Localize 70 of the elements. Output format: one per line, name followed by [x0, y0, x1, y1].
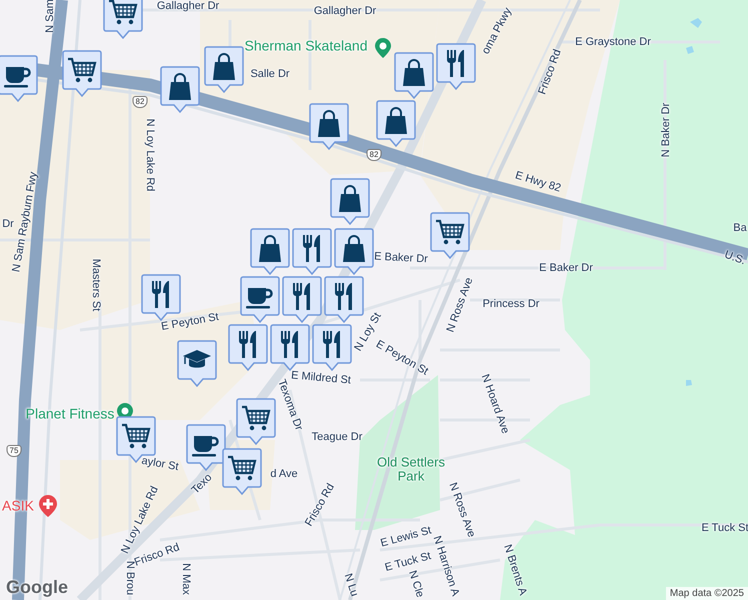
street-label: N Hoard Ave	[478, 372, 512, 436]
shopping-bag-icon	[343, 235, 365, 262]
street-label: N Lu	[342, 572, 360, 598]
fork-knife-icon	[281, 331, 298, 358]
street-label: E Tuck St	[701, 522, 748, 534]
shopping-bag-icon	[169, 73, 191, 100]
street-label: E Peyton St	[160, 311, 220, 333]
street-label: U.S.	[722, 248, 748, 268]
fork-knife-icon	[239, 331, 256, 358]
route-shield: 82	[366, 149, 382, 161]
shopping-bag-icon	[318, 110, 340, 137]
place-label: Sherman Skateland	[244, 38, 368, 54]
street-label: E Baker Dr	[539, 262, 593, 274]
street-label: N Sam	[44, 0, 56, 33]
street-label: Gallagher Dr	[156, 0, 220, 12]
route-shield: 82	[132, 96, 148, 108]
street-label: Texo	[190, 472, 214, 496]
park-label: Old Settlers Park	[376, 456, 446, 484]
shopping-bag-icon	[339, 185, 361, 212]
shopping-bag-icon	[385, 107, 407, 134]
street-label: N Brou	[124, 560, 136, 596]
graduation-cap-icon	[183, 350, 211, 368]
street-label: N Loy Lake Rd	[144, 118, 156, 192]
street-label: E Lewis St	[379, 524, 433, 550]
shopping-bag-icon	[213, 53, 235, 80]
map-attribution: Map data ©2025	[666, 587, 748, 600]
coffee-cup-icon	[192, 436, 219, 456]
street-label: Gallagher Dr	[314, 4, 376, 18]
shopping-cart-icon	[109, 0, 138, 24]
shopping-cart-icon	[122, 424, 150, 448]
shopping-cart-icon	[436, 220, 464, 244]
street-label: Princess Dr	[482, 298, 540, 310]
shopping-cart-icon	[228, 456, 256, 480]
street-label: E Hwy 82	[514, 169, 562, 195]
hospital-pin-icon	[38, 494, 58, 518]
street-label: Ba	[733, 222, 747, 234]
street-label: d Ave	[270, 468, 298, 480]
shopping-cart-icon	[68, 58, 96, 82]
pond	[686, 380, 692, 386]
shopping-cart-icon	[242, 406, 270, 430]
street-label: Salle Dr	[250, 68, 290, 80]
fork-knife-icon	[303, 235, 320, 262]
street-label: Teague Dr	[312, 430, 362, 444]
shopping-bag-icon	[259, 235, 281, 262]
map-marker[interactable]	[270, 324, 310, 372]
shopping-bag-icon	[403, 59, 425, 86]
coffee-cup-icon	[246, 288, 273, 308]
fork-knife-icon	[447, 50, 464, 77]
pond	[690, 18, 702, 28]
place-label: Planet Fitness	[26, 406, 114, 422]
street-label: N Brents A	[501, 543, 529, 597]
street-label: N Baker Dr	[660, 102, 672, 158]
street-label: N Ross Ave	[444, 276, 476, 334]
street-label: E Graystone Dr	[575, 36, 651, 48]
pond	[686, 46, 694, 54]
street-label: E Baker Dr	[374, 250, 428, 266]
street-label: oma Pkwy	[480, 6, 514, 56]
fork-knife-icon	[323, 331, 340, 358]
street-label: Dr	[2, 218, 14, 230]
fork-knife-icon	[335, 283, 352, 310]
street-label: N Cle	[406, 569, 426, 599]
street-label: aylor St	[140, 454, 180, 474]
coffee-cup-icon	[4, 67, 31, 88]
fork-knife-icon	[152, 281, 169, 308]
street-label: Frisco Rd	[536, 48, 564, 96]
location-pin-icon	[374, 37, 392, 59]
street-label: N Max	[180, 563, 192, 595]
street-label: Masters St	[90, 258, 102, 312]
route-shield: 75	[6, 445, 22, 457]
fork-knife-icon	[293, 283, 310, 310]
